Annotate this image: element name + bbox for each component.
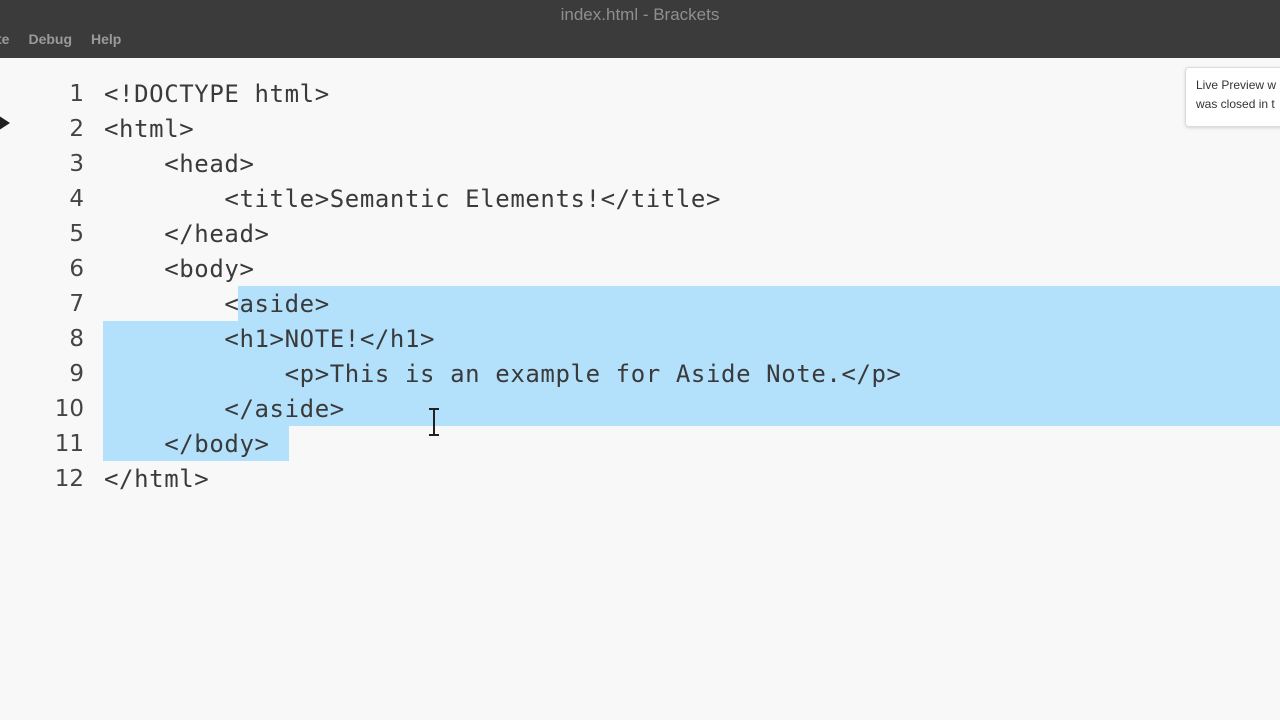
code-text[interactable]: <head> xyxy=(104,147,255,182)
menu-bar: te Debug Help xyxy=(0,31,121,51)
code-text[interactable]: <p>This is an example for Aside Note.</p… xyxy=(104,357,902,392)
live-preview-notification[interactable]: Live Preview w was closed in t xyxy=(1185,67,1280,127)
code-text[interactable]: <aside> xyxy=(104,287,330,322)
code-text[interactable]: <!DOCTYPE html> xyxy=(104,77,330,112)
code-text[interactable]: </aside> xyxy=(104,392,345,427)
code-text[interactable]: </body> xyxy=(104,427,270,462)
line-number: 10 xyxy=(54,396,84,422)
code-line[interactable]: 5 </head> xyxy=(0,217,1280,252)
code-line[interactable]: 4 <title>Semantic Elements!</title> xyxy=(0,182,1280,217)
window-title: index.html - Brackets xyxy=(560,5,720,24)
menu-item-navigate[interactable]: te xyxy=(0,31,9,51)
line-number: 2 xyxy=(69,116,84,142)
line-number: 12 xyxy=(54,466,84,492)
code-text[interactable]: </html> xyxy=(104,462,209,497)
notification-line-2: was closed in t xyxy=(1196,97,1275,111)
line-number: 9 xyxy=(69,361,84,387)
code-line[interactable]: 10 </aside> xyxy=(0,392,1280,427)
code-text[interactable]: </head> xyxy=(104,217,270,252)
line-number: 7 xyxy=(69,291,84,317)
code-line[interactable]: 6 <body> xyxy=(0,252,1280,287)
code-text[interactable]: <h1>NOTE!</h1> xyxy=(104,322,435,357)
code-editor[interactable]: 1 <!DOCTYPE html> 2 <html> 3 <head> 4 <t… xyxy=(0,58,1280,720)
text-cursor-icon xyxy=(428,408,440,436)
code-line[interactable]: 9 <p>This is an example for Aside Note.<… xyxy=(0,357,1280,392)
line-number: 11 xyxy=(54,431,84,457)
title-bar: index.html - Brackets te Debug Help xyxy=(0,0,1280,58)
line-number: 6 xyxy=(69,256,84,282)
code-text[interactable]: <html> xyxy=(104,112,194,147)
code-line[interactable]: 12 </html> xyxy=(0,462,1280,497)
menu-item-debug[interactable]: Debug xyxy=(28,31,72,51)
menu-item-help[interactable]: Help xyxy=(91,31,121,51)
code-line[interactable]: 2 <html> xyxy=(0,112,1280,147)
code-line[interactable]: 11 </body> xyxy=(0,427,1280,462)
line-number: 4 xyxy=(69,186,84,212)
code-line[interactable]: 8 <h1>NOTE!</h1> xyxy=(0,322,1280,357)
code-line[interactable]: 1 <!DOCTYPE html> xyxy=(0,77,1280,112)
code-line[interactable]: 3 <head> xyxy=(0,147,1280,182)
notification-line-1: Live Preview w xyxy=(1196,78,1277,92)
line-number: 3 xyxy=(69,151,84,177)
line-number: 1 xyxy=(69,81,84,107)
code-line[interactable]: 7 <aside> xyxy=(0,287,1280,322)
line-number: 8 xyxy=(69,326,84,352)
code-text[interactable]: <title>Semantic Elements!</title> xyxy=(104,182,721,217)
code-text[interactable]: <body> xyxy=(104,252,255,287)
line-number: 5 xyxy=(69,221,84,247)
